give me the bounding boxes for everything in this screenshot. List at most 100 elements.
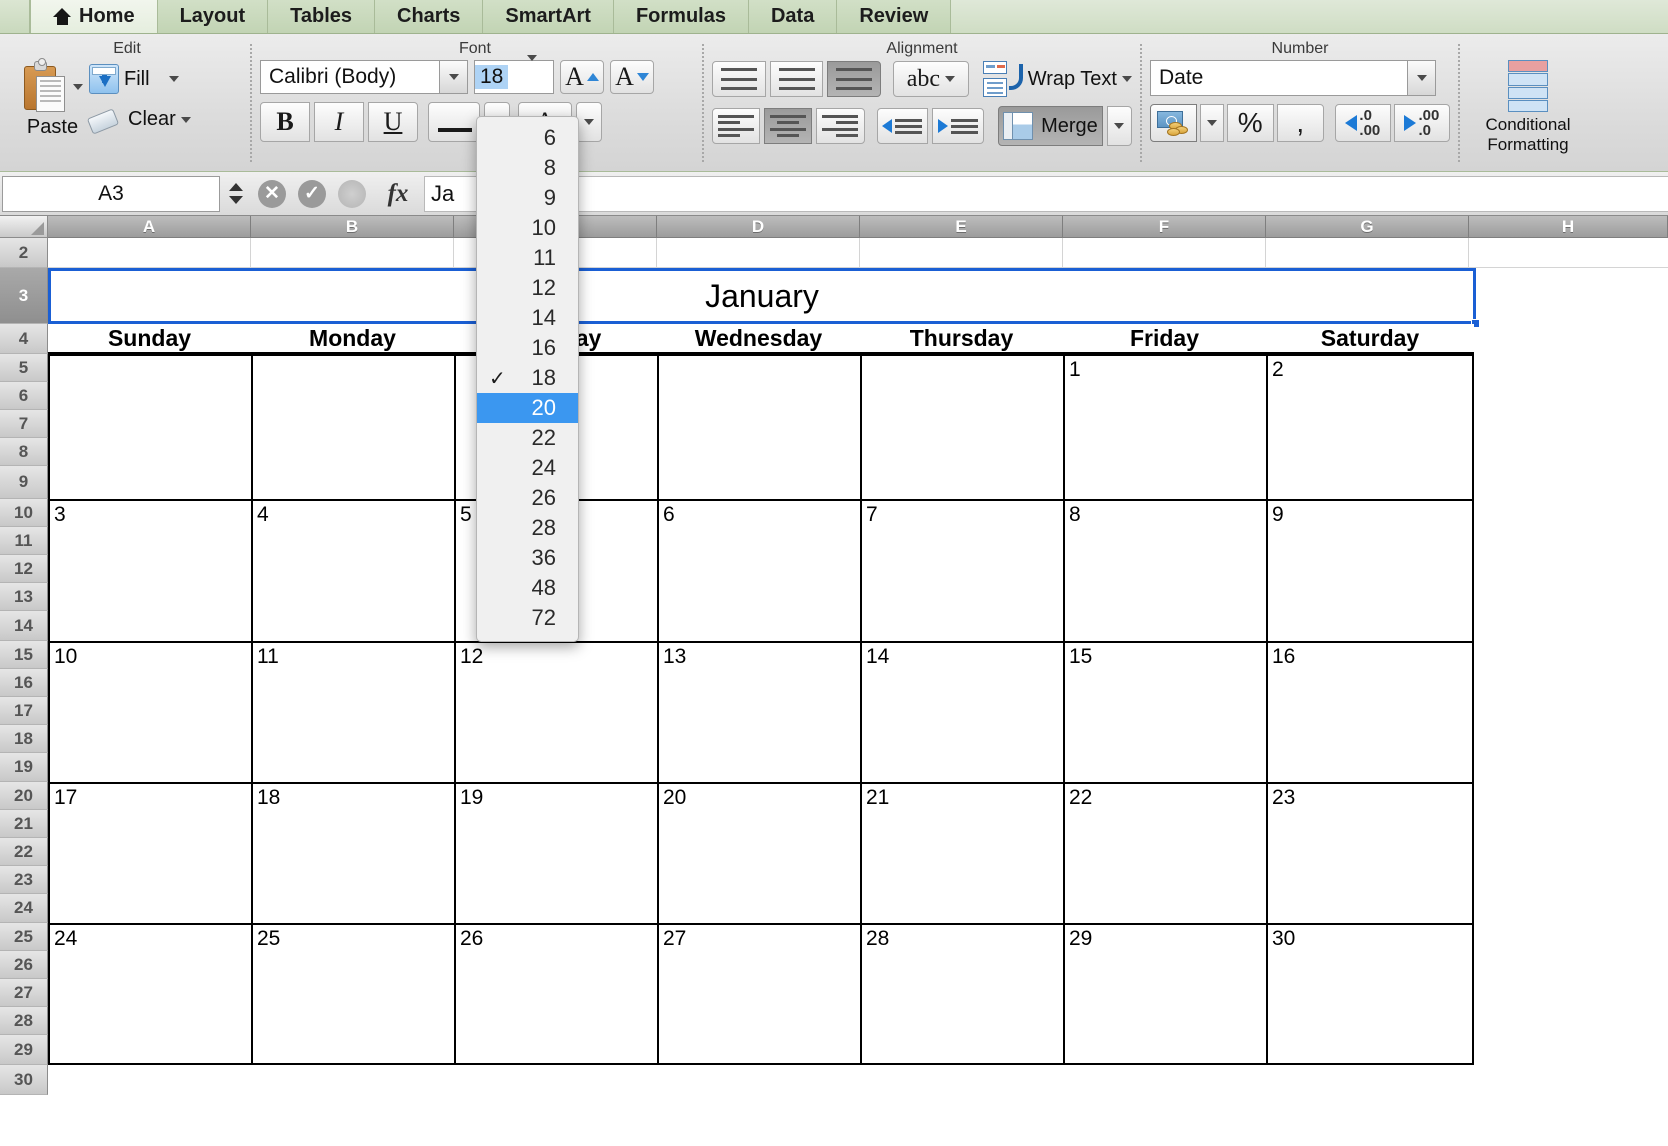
row-header-20[interactable]: 20 xyxy=(0,782,48,810)
calendar-day-cell[interactable]: 26 xyxy=(454,923,657,1065)
row-header-8[interactable]: 8 xyxy=(0,438,48,466)
calendar-day-cell[interactable]: 13 xyxy=(657,641,860,782)
calendar-day-cell[interactable] xyxy=(48,354,251,499)
bold-button[interactable]: B xyxy=(260,102,310,142)
row-header-27[interactable]: 27 xyxy=(0,979,48,1007)
font-size-option-36[interactable]: 36 xyxy=(477,543,578,573)
row-header-22[interactable]: 22 xyxy=(0,838,48,866)
calendar-day-cell[interactable]: 7 xyxy=(860,499,1063,641)
column-header-a[interactable]: A xyxy=(48,216,251,238)
calendar-day-cell[interactable]: 24 xyxy=(48,923,251,1065)
align-center-button[interactable] xyxy=(764,108,812,144)
increase-decimal-button[interactable]: .00.0 xyxy=(1394,104,1450,142)
orientation-button[interactable]: abc xyxy=(893,61,969,97)
row-header-15[interactable]: 15 xyxy=(0,641,48,669)
calendar-day-cell[interactable]: 11 xyxy=(251,641,454,782)
row-header-16[interactable]: 16 xyxy=(0,669,48,697)
merge-button[interactable]: Merge xyxy=(998,106,1103,146)
borders-button[interactable] xyxy=(428,102,480,142)
calendar-day-cell[interactable]: 22 xyxy=(1063,782,1266,923)
row-header-30[interactable]: 30 xyxy=(0,1065,48,1095)
calendar-day-cell[interactable]: 28 xyxy=(860,923,1063,1065)
tab-data[interactable]: Data xyxy=(749,0,837,33)
calendar-day-cell[interactable]: 14 xyxy=(860,641,1063,782)
calendar-day-cell[interactable]: 9 xyxy=(1266,499,1474,641)
font-size-option-18[interactable]: ✓ 18 xyxy=(477,363,578,393)
clear-button[interactable]: Clear xyxy=(89,108,191,131)
font-size-dropdown-arrow[interactable] xyxy=(527,61,553,93)
font-size-option-72[interactable]: 72 xyxy=(477,603,578,633)
column-header-b[interactable]: B xyxy=(251,216,454,238)
font-color-dropdown-arrow[interactable] xyxy=(576,102,602,142)
day-header-sunday[interactable]: Sunday xyxy=(48,324,251,354)
row-header-17[interactable]: 17 xyxy=(0,697,48,725)
font-size-option-24[interactable]: 24 xyxy=(477,453,578,483)
day-header-wednesday[interactable]: Wednesday xyxy=(657,324,860,354)
row-header-9[interactable]: 9 xyxy=(0,466,48,499)
font-size-combo[interactable]: 18 xyxy=(474,60,554,94)
font-size-option-20[interactable]: 20 xyxy=(477,393,578,423)
tab-home[interactable]: Home xyxy=(30,0,158,33)
font-size-option-14[interactable]: 14 xyxy=(477,303,578,333)
increase-indent-button[interactable] xyxy=(932,108,984,144)
row-header-19[interactable]: 19 xyxy=(0,753,48,782)
clear-dropdown-arrow[interactable] xyxy=(181,117,191,123)
row-header-13[interactable]: 13 xyxy=(0,583,48,611)
paste-button[interactable]: Paste xyxy=(22,60,83,139)
row-header-3[interactable]: 3 xyxy=(0,268,48,324)
font-size-option-22[interactable]: 22 xyxy=(477,423,578,453)
row-header-21[interactable]: 21 xyxy=(0,810,48,838)
row-header-11[interactable]: 11 xyxy=(0,527,48,555)
calendar-day-cell[interactable]: 15 xyxy=(1063,641,1266,782)
tab-review[interactable]: Review xyxy=(837,0,951,33)
calendar-day-cell[interactable]: 8 xyxy=(1063,499,1266,641)
calendar-day-cell[interactable]: 3 xyxy=(48,499,251,641)
day-header-saturday[interactable]: Saturday xyxy=(1266,324,1474,354)
wrap-text-dropdown-arrow[interactable] xyxy=(1122,76,1132,82)
row-header-23[interactable]: 23 xyxy=(0,866,48,894)
calendar-day-cell[interactable]: 29 xyxy=(1063,923,1266,1065)
number-format-dropdown-arrow[interactable] xyxy=(1407,61,1435,95)
number-format-combo[interactable]: Date xyxy=(1150,60,1436,96)
row-header-6[interactable]: 6 xyxy=(0,382,48,410)
decrease-decimal-button[interactable]: .0.00 xyxy=(1335,104,1391,142)
font-size-option-11[interactable]: 11 xyxy=(477,243,578,273)
column-header-h[interactable]: H xyxy=(1469,216,1668,238)
day-header-thursday[interactable]: Thursday xyxy=(860,324,1063,354)
shrink-font-button[interactable]: A xyxy=(610,60,654,94)
select-all-corner[interactable] xyxy=(0,216,48,238)
align-bottom-button[interactable] xyxy=(827,61,881,97)
calendar-day-cell[interactable]: 23 xyxy=(1266,782,1474,923)
calendar-day-cell[interactable]: 18 xyxy=(251,782,454,923)
confirm-edit-button[interactable]: ✓ xyxy=(292,174,332,214)
calendar-day-cell[interactable] xyxy=(860,354,1063,499)
italic-button[interactable]: I xyxy=(314,102,364,142)
formula-input[interactable]: Ja xyxy=(424,176,1668,212)
font-size-option-10[interactable]: 10 xyxy=(477,213,578,243)
font-size-option-28[interactable]: 28 xyxy=(477,513,578,543)
fx-button[interactable]: fx xyxy=(372,174,424,214)
row-header-12[interactable]: 12 xyxy=(0,555,48,583)
comma-button[interactable]: , xyxy=(1277,104,1324,142)
row-header-29[interactable]: 29 xyxy=(0,1035,48,1065)
row-header-18[interactable]: 18 xyxy=(0,725,48,753)
calendar-day-cell[interactable]: 30 xyxy=(1266,923,1474,1065)
name-box[interactable]: A3 xyxy=(2,176,220,212)
column-header-f[interactable]: F xyxy=(1063,216,1266,238)
fill-dropdown-arrow[interactable] xyxy=(169,76,179,82)
font-size-dropdown-menu[interactable]: 6 8 9 10 11 12 14 16 ✓ 18 20 22 24 26 28… xyxy=(476,116,579,642)
column-header-g[interactable]: G xyxy=(1266,216,1469,238)
font-size-option-16[interactable]: 16 xyxy=(477,333,578,363)
cancel-edit-button[interactable]: ✕ xyxy=(252,174,292,214)
underline-button[interactable]: U xyxy=(368,102,418,142)
currency-button[interactable] xyxy=(1150,104,1197,142)
align-top-button[interactable] xyxy=(712,61,766,97)
tab-charts[interactable]: Charts xyxy=(375,0,483,33)
column-header-d[interactable]: D xyxy=(657,216,860,238)
calendar-day-cell[interactable]: 17 xyxy=(48,782,251,923)
column-header-e[interactable]: E xyxy=(860,216,1063,238)
align-middle-button[interactable] xyxy=(770,61,824,97)
calendar-day-cell[interactable]: 12 xyxy=(454,641,657,782)
row-header-5[interactable]: 5 xyxy=(0,354,48,382)
row-header-14[interactable]: 14 xyxy=(0,611,48,641)
